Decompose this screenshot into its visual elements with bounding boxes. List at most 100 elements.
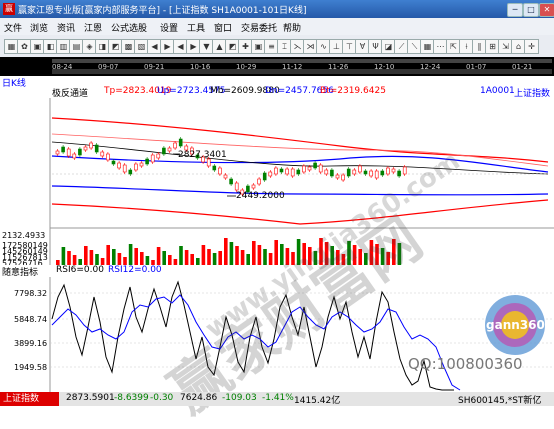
- sh-change: -8.6399: [114, 393, 149, 403]
- stock-ticker: SH600145,*ST新亿: [458, 396, 542, 406]
- candle: [285, 168, 289, 175]
- candle: [313, 162, 317, 169]
- candle: [296, 169, 301, 175]
- candle: [380, 170, 385, 176]
- rsi12-value: RSI12=0.00: [108, 265, 162, 275]
- candle: [89, 142, 93, 149]
- candle: [173, 142, 177, 149]
- candle: [352, 169, 357, 175]
- candle: [318, 164, 323, 173]
- candle: [363, 170, 368, 175]
- candle: [128, 169, 133, 175]
- low-label: 2449.2000: [236, 191, 285, 201]
- menu-tools[interactable]: 工具: [187, 21, 205, 34]
- sh-value: 2873.5901: [66, 393, 115, 403]
- candle: [374, 170, 379, 179]
- candle: [117, 162, 121, 169]
- channel-dn-line: [51, 185, 549, 196]
- candle: [122, 164, 127, 173]
- date-tick: 10-16: [190, 63, 211, 71]
- candle: [212, 165, 217, 171]
- candle: [66, 148, 71, 157]
- index-tab[interactable]: 上证指数: [0, 392, 59, 406]
- date-tick: 11-26: [328, 63, 349, 71]
- candle: [83, 146, 88, 151]
- candle: [139, 162, 144, 167]
- date-axis: 08-24 09-07 09-21 10-16 10-29 11-12 11-26 12-10…: [0, 57, 554, 76]
- qq-watermark: QQ:100800360: [408, 355, 523, 373]
- gann360-logo: gann360: [485, 295, 545, 355]
- volume-bar: [274, 240, 278, 268]
- candle: [290, 168, 295, 177]
- candle: [391, 168, 396, 173]
- candle: [145, 158, 149, 165]
- title-bar: 赢 赢家江恩专业版[赢家内部服务平台] - [上证指数 SH1A0001-101…: [0, 0, 554, 18]
- toolbar: ▦ ✿ ▣ ◧ ▥ ▤ ◈ ◨ ◩ ▩ ▧ ◀ ▶ ◀ ▶ ▼ ▲ ◩ ✚ ▣ ≡ ⌶ ⋋ ⋊ ∿ ⊥ ⊤ ∀ Ψ ◪ ⟋ ⟍ ▦ ⋯ ⇱ ⟊ ∥ ⊞ ⇲ ⌂…: [0, 35, 554, 58]
- high-label: 2827.3401: [178, 150, 227, 160]
- status-bar: 上证指数 2873.5901 -8.6399 -0.30 7624.86 -10…: [0, 392, 554, 406]
- candle: [262, 172, 267, 181]
- candle: [358, 165, 362, 173]
- candle: [251, 184, 256, 189]
- candle: [134, 163, 138, 171]
- kline-chart[interactable]: 日K线 极反通道 Tp=2823.4019 Up=2723.4575 Mb=26…: [0, 76, 554, 270]
- candle: [386, 167, 390, 175]
- menu-gann[interactable]: 江恩: [84, 21, 102, 34]
- candle: [335, 174, 340, 179]
- ind-axis-1: 7798.32: [14, 289, 47, 298]
- minimize-button[interactable]: ─: [507, 3, 523, 17]
- candle: [330, 169, 334, 177]
- candle: [162, 147, 166, 155]
- date-tick: 12-24: [420, 63, 441, 71]
- sz-amount: 1415.42亿: [294, 396, 341, 406]
- candle: [206, 158, 211, 167]
- date-tick: 08-24: [52, 63, 73, 71]
- menu-help[interactable]: 帮助: [283, 21, 301, 34]
- menu-file[interactable]: 文件: [4, 21, 22, 34]
- candle: [111, 160, 116, 165]
- menu-browse[interactable]: 浏览: [30, 21, 48, 34]
- candle: [234, 182, 239, 191]
- menu-bar: 文件 浏览 资讯 江恩 公式选股 设置 工具 窗口 交易委托 帮助: [0, 18, 554, 36]
- candle: [402, 166, 407, 175]
- rsi6-value: RSI6=0.00: [56, 265, 104, 275]
- candle: [223, 174, 228, 179]
- candle: [229, 178, 233, 185]
- candle: [178, 138, 183, 147]
- volume-bar: [224, 238, 228, 268]
- candle: [55, 150, 60, 155]
- candle: [279, 168, 284, 173]
- menu-window[interactable]: 窗口: [214, 21, 232, 34]
- menu-settings[interactable]: 设置: [160, 21, 178, 34]
- candlesticks: [55, 137, 407, 196]
- app-logo-icon: 赢: [3, 3, 15, 15]
- ind-axis-4: 1949.58: [14, 363, 47, 372]
- sz-value: 7624.86: [180, 393, 218, 403]
- candle: [369, 170, 373, 177]
- candle: [274, 167, 278, 175]
- menu-trade[interactable]: 交易委托: [241, 21, 277, 34]
- toolbar-button-40[interactable]: ✛: [524, 39, 539, 54]
- candle: [72, 153, 77, 159]
- candle: [324, 169, 329, 175]
- candle: [100, 151, 105, 157]
- menu-news[interactable]: 资讯: [57, 21, 75, 34]
- volume-bar: [252, 241, 256, 268]
- date-tick: 01-21: [512, 63, 533, 71]
- axis-low-label: 2132.4933: [2, 231, 45, 240]
- ind-axis-3: 3899.16: [14, 339, 47, 348]
- date-ticks: 08-24 09-07 09-21 10-16 10-29 11-12 11-26 12-10…: [52, 59, 554, 75]
- date-tick: 09-21: [144, 63, 165, 71]
- candle: [257, 178, 261, 185]
- candle: [218, 167, 222, 175]
- candle: [397, 170, 401, 177]
- candle: [307, 166, 312, 171]
- date-tick: 12-10: [374, 63, 395, 71]
- ind-axis-2: 5848.74: [14, 315, 47, 324]
- channel-bottom-line: [51, 199, 549, 225]
- maximize-button[interactable]: □: [523, 3, 539, 17]
- candle: [150, 154, 155, 163]
- menu-formula[interactable]: 公式选股: [111, 21, 147, 34]
- close-button[interactable]: ✕: [539, 3, 554, 17]
- sh-pct: -0.30: [150, 393, 174, 403]
